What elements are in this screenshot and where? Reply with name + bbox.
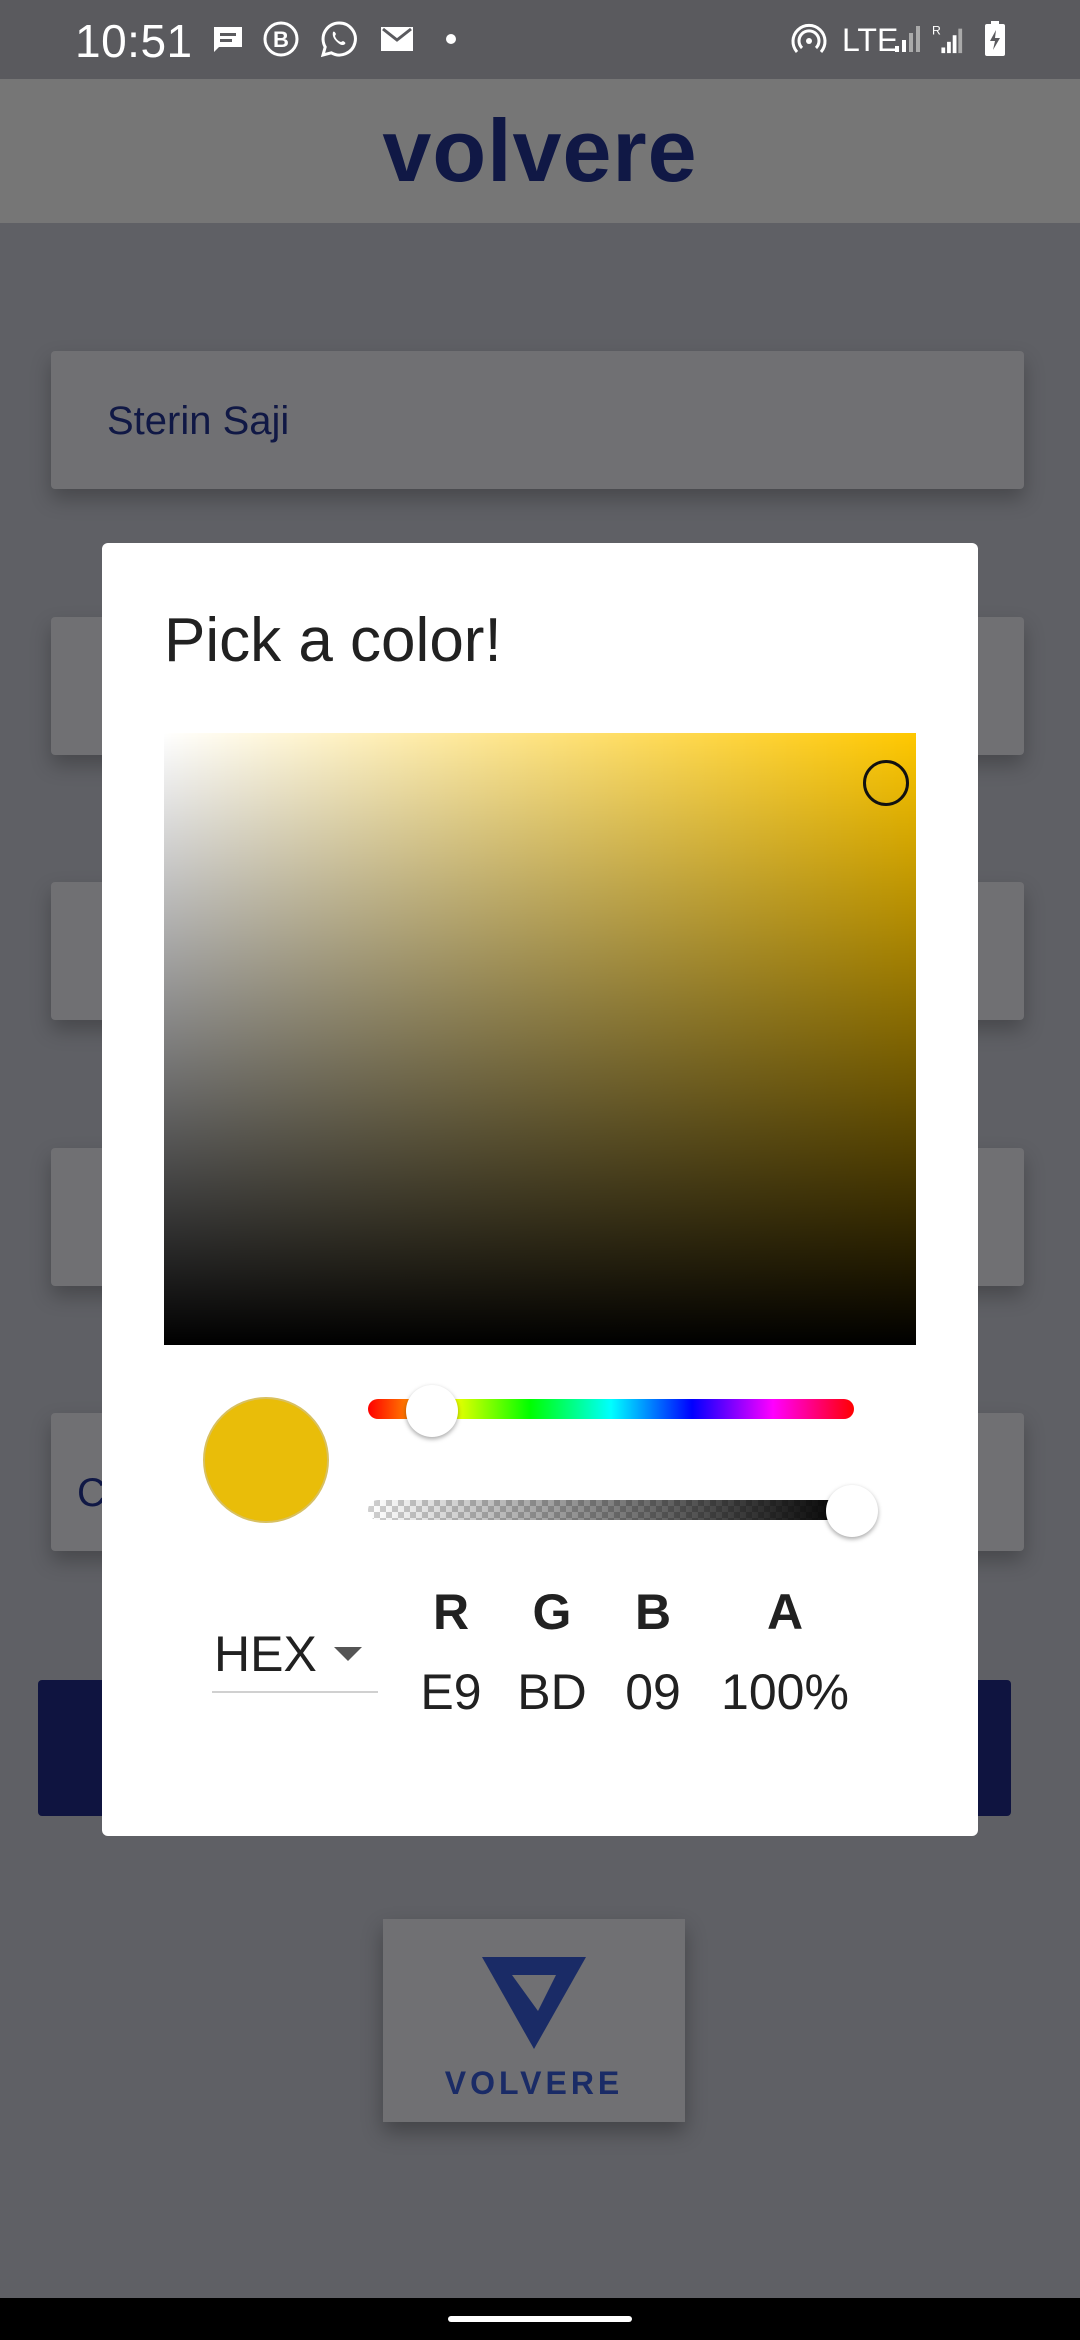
- format-dropdown[interactable]: HEX: [212, 1613, 378, 1693]
- format-dropdown-value: HEX: [214, 1626, 317, 1682]
- channel-b-label: B: [634, 1584, 672, 1640]
- home-gesture-handle[interactable]: [448, 2316, 632, 2322]
- signal-roaming-icon: R: [932, 22, 964, 56]
- dot-icon: [444, 22, 458, 56]
- channel-b-value[interactable]: 09: [583, 1663, 723, 1721]
- logo-text: VOLVERE: [444, 2065, 624, 2101]
- hotspot-icon: [790, 22, 828, 56]
- color-picker-dialog: Pick a color! HEX R G B A E9 BD 09 100%: [102, 543, 978, 1836]
- status-bar: 10:51 B LTE R: [0, 0, 1080, 79]
- signal-icon: [894, 22, 920, 56]
- message-icon: [210, 22, 246, 56]
- app-title: volvere: [382, 101, 698, 200]
- roaming-letter: R: [932, 23, 941, 37]
- channel-a-label: A: [766, 1584, 804, 1640]
- dialog-title: Pick a color!: [164, 606, 502, 675]
- battery-charging-icon: [982, 21, 1008, 56]
- name-field[interactable]: Sterin Saji: [51, 351, 1024, 489]
- alpha-slider[interactable]: [368, 1500, 854, 1520]
- app-bar: volvere: [0, 79, 1080, 223]
- alpha-slider-thumb[interactable]: [826, 1485, 878, 1537]
- sv-black-gradient: [164, 733, 916, 1345]
- sv-cursor[interactable]: [863, 760, 909, 806]
- name-field-value: Sterin Saji: [107, 399, 290, 443]
- channel-r-label: R: [432, 1584, 470, 1640]
- status-time: 10:51: [75, 15, 193, 67]
- color-preview: [203, 1397, 329, 1523]
- gmail-icon: [378, 22, 416, 56]
- hue-slider-thumb[interactable]: [406, 1385, 458, 1437]
- logo-v-mark: [482, 1957, 586, 2049]
- channel-a-value[interactable]: 100%: [715, 1663, 855, 1721]
- saturation-value-panel[interactable]: [164, 733, 916, 1345]
- whatsapp-icon: [319, 21, 359, 58]
- chevron-down-icon: [334, 1647, 362, 1661]
- channel-g-label: G: [532, 1584, 572, 1640]
- network-type: LTE: [842, 22, 899, 58]
- svg-text:B: B: [273, 27, 289, 52]
- b-icon: B: [262, 21, 300, 57]
- volvere-logo: VOLVERE: [383, 1919, 685, 2122]
- navigation-bar: [0, 2298, 1080, 2340]
